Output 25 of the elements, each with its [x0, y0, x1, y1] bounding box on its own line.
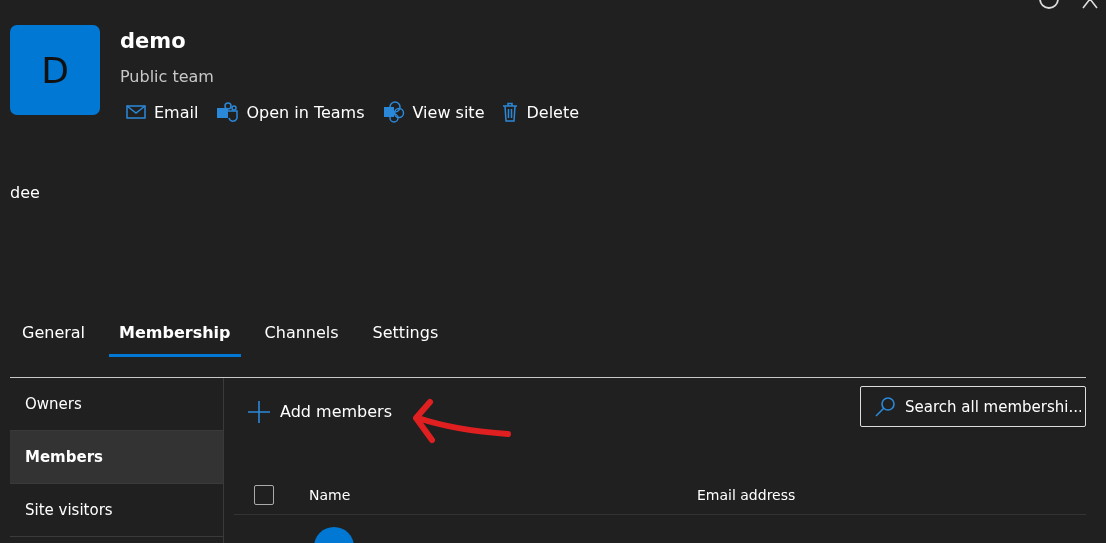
action-button[interactable]: Email	[126, 101, 199, 123]
team-privacy: Public team	[120, 67, 215, 88]
team-avatar: D	[10, 25, 100, 115]
sharepoint-icon	[382, 101, 405, 123]
plus-icon	[248, 400, 270, 423]
action-button[interactable]: View site	[382, 101, 485, 123]
search-icon	[874, 396, 896, 418]
search-field[interactable]: Search all membershi...	[860, 386, 1086, 427]
sidebar-item[interactable]: Site visitors	[10, 484, 223, 537]
sidebar-item[interactable]: Members	[10, 431, 223, 484]
tab[interactable]: Membership	[109, 323, 241, 357]
team-name: demo	[120, 28, 187, 55]
teams-icon	[216, 102, 239, 122]
trash-icon	[502, 102, 519, 122]
tab[interactable]: Settings	[362, 323, 449, 357]
action-button[interactable]: Open in Teams	[216, 101, 365, 123]
column-header[interactable]: Email address	[697, 486, 997, 503]
tab[interactable]: General	[12, 323, 96, 357]
column-header[interactable]: Name	[309, 486, 697, 503]
select-all-checkbox[interactable]	[254, 484, 274, 505]
add-members-button[interactable]: Add members	[248, 400, 392, 423]
mail-icon	[126, 105, 146, 119]
team-description: dee	[10, 183, 41, 204]
action-button[interactable]: Delete	[502, 101, 580, 123]
tab[interactable]: Channels	[254, 323, 349, 357]
